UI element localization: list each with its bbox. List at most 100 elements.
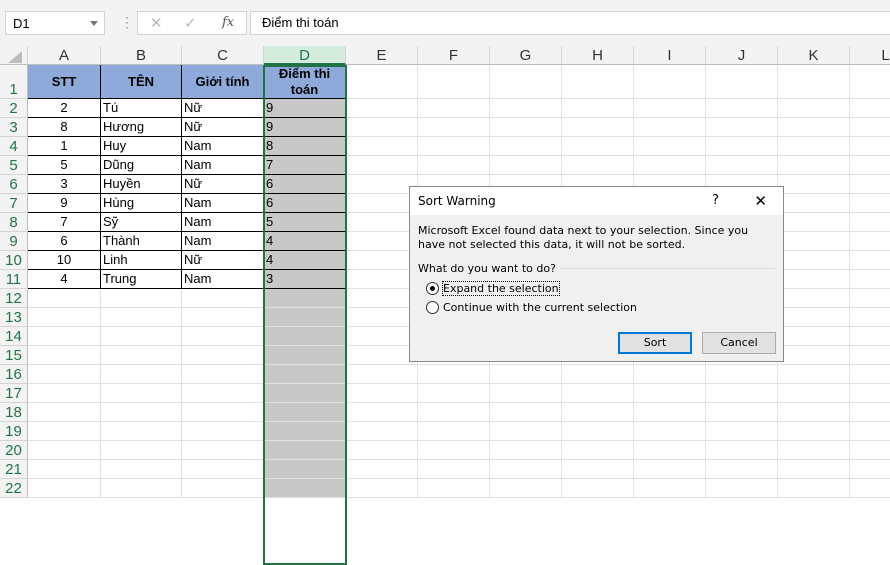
table-cell[interactable]: 5 — [28, 156, 101, 175]
row-header-7[interactable]: 7 — [0, 194, 28, 213]
cell[interactable] — [264, 460, 346, 479]
cell[interactable] — [346, 99, 418, 118]
cell[interactable] — [101, 441, 182, 460]
table-cell[interactable]: Nữ — [182, 251, 264, 270]
select-all-corner[interactable] — [0, 46, 28, 65]
row-header-17[interactable]: 17 — [0, 384, 28, 403]
close-button[interactable]: ✕ — [754, 187, 767, 215]
radio-unselected[interactable] — [426, 301, 439, 314]
cell[interactable] — [562, 384, 634, 403]
cell[interactable] — [490, 441, 562, 460]
table-cell[interactable]: Sỹ — [101, 213, 182, 232]
cell[interactable] — [850, 194, 890, 213]
cell[interactable] — [101, 422, 182, 441]
cancel-button[interactable]: Cancel — [702, 332, 776, 354]
name-box[interactable]: D1 — [5, 11, 105, 35]
table-cell[interactable]: 6 — [264, 194, 346, 213]
cell[interactable] — [28, 422, 101, 441]
column-header-J[interactable]: J — [706, 46, 778, 65]
row-header-20[interactable]: 20 — [0, 441, 28, 460]
column-header-F[interactable]: F — [418, 46, 490, 65]
cell[interactable] — [778, 137, 850, 156]
row-header-21[interactable]: 21 — [0, 460, 28, 479]
cell[interactable] — [182, 384, 264, 403]
cell[interactable] — [418, 65, 490, 99]
row-header-10[interactable]: 10 — [0, 251, 28, 270]
cell[interactable] — [490, 118, 562, 137]
cell[interactable] — [850, 232, 890, 251]
cell[interactable] — [706, 441, 778, 460]
cell[interactable] — [706, 422, 778, 441]
cell[interactable] — [101, 365, 182, 384]
cell[interactable] — [346, 232, 418, 251]
table-cell[interactable]: Tú — [101, 99, 182, 118]
cell[interactable] — [28, 346, 101, 365]
table-cell[interactable]: 4 — [264, 251, 346, 270]
cell[interactable] — [101, 308, 182, 327]
cell[interactable] — [634, 365, 706, 384]
cell[interactable] — [346, 270, 418, 289]
cell[interactable] — [346, 213, 418, 232]
table-cell[interactable]: 9 — [28, 194, 101, 213]
cell[interactable] — [850, 346, 890, 365]
cell[interactable] — [706, 118, 778, 137]
insert-function-icon[interactable]: fx — [222, 15, 234, 30]
cell[interactable] — [28, 460, 101, 479]
table-cell[interactable]: Linh — [101, 251, 182, 270]
cell[interactable] — [418, 118, 490, 137]
cell[interactable] — [346, 65, 418, 99]
row-header-13[interactable]: 13 — [0, 308, 28, 327]
cell[interactable] — [346, 308, 418, 327]
table-cell[interactable]: 10 — [28, 251, 101, 270]
row-header-9[interactable]: 9 — [0, 232, 28, 251]
row-header-22[interactable]: 22 — [0, 479, 28, 498]
row-header-15[interactable]: 15 — [0, 346, 28, 365]
column-header-L[interactable]: L — [850, 46, 890, 65]
cell[interactable] — [182, 327, 264, 346]
cell[interactable] — [562, 118, 634, 137]
cell[interactable] — [562, 365, 634, 384]
table-cell[interactable]: Nam — [182, 137, 264, 156]
cell[interactable] — [264, 403, 346, 422]
cell[interactable] — [182, 403, 264, 422]
cell[interactable] — [346, 327, 418, 346]
table-cell[interactable]: Hương — [101, 118, 182, 137]
cell[interactable] — [562, 422, 634, 441]
row-header-16[interactable]: 16 — [0, 365, 28, 384]
cell[interactable] — [28, 441, 101, 460]
table-cell[interactable]: Nữ — [182, 175, 264, 194]
cell[interactable] — [778, 251, 850, 270]
cell[interactable] — [562, 99, 634, 118]
header-cell[interactable]: TÊN — [101, 65, 182, 99]
table-cell[interactable]: Nam — [182, 232, 264, 251]
cell[interactable] — [850, 99, 890, 118]
cell[interactable] — [346, 441, 418, 460]
cell[interactable] — [182, 346, 264, 365]
table-cell[interactable]: 7 — [28, 213, 101, 232]
table-cell[interactable]: 6 — [28, 232, 101, 251]
cell[interactable] — [706, 365, 778, 384]
cell[interactable] — [562, 460, 634, 479]
table-cell[interactable]: Nam — [182, 213, 264, 232]
cell[interactable] — [706, 65, 778, 99]
cell[interactable] — [634, 118, 706, 137]
cell[interactable] — [346, 403, 418, 422]
table-cell[interactable]: 4 — [28, 270, 101, 289]
cell[interactable] — [850, 422, 890, 441]
cell[interactable] — [182, 289, 264, 308]
cell[interactable] — [850, 251, 890, 270]
cell[interactable] — [346, 175, 418, 194]
cell[interactable] — [490, 365, 562, 384]
cell[interactable] — [778, 99, 850, 118]
cell[interactable] — [850, 270, 890, 289]
radio-selected[interactable] — [426, 282, 439, 295]
table-cell[interactable]: Nữ — [182, 99, 264, 118]
cell[interactable] — [490, 403, 562, 422]
cell[interactable] — [850, 479, 890, 498]
cell[interactable] — [418, 99, 490, 118]
column-header-D[interactable]: D — [264, 46, 346, 65]
cell[interactable] — [778, 422, 850, 441]
cell[interactable] — [28, 365, 101, 384]
cell[interactable] — [778, 194, 850, 213]
column-header-I[interactable]: I — [634, 46, 706, 65]
